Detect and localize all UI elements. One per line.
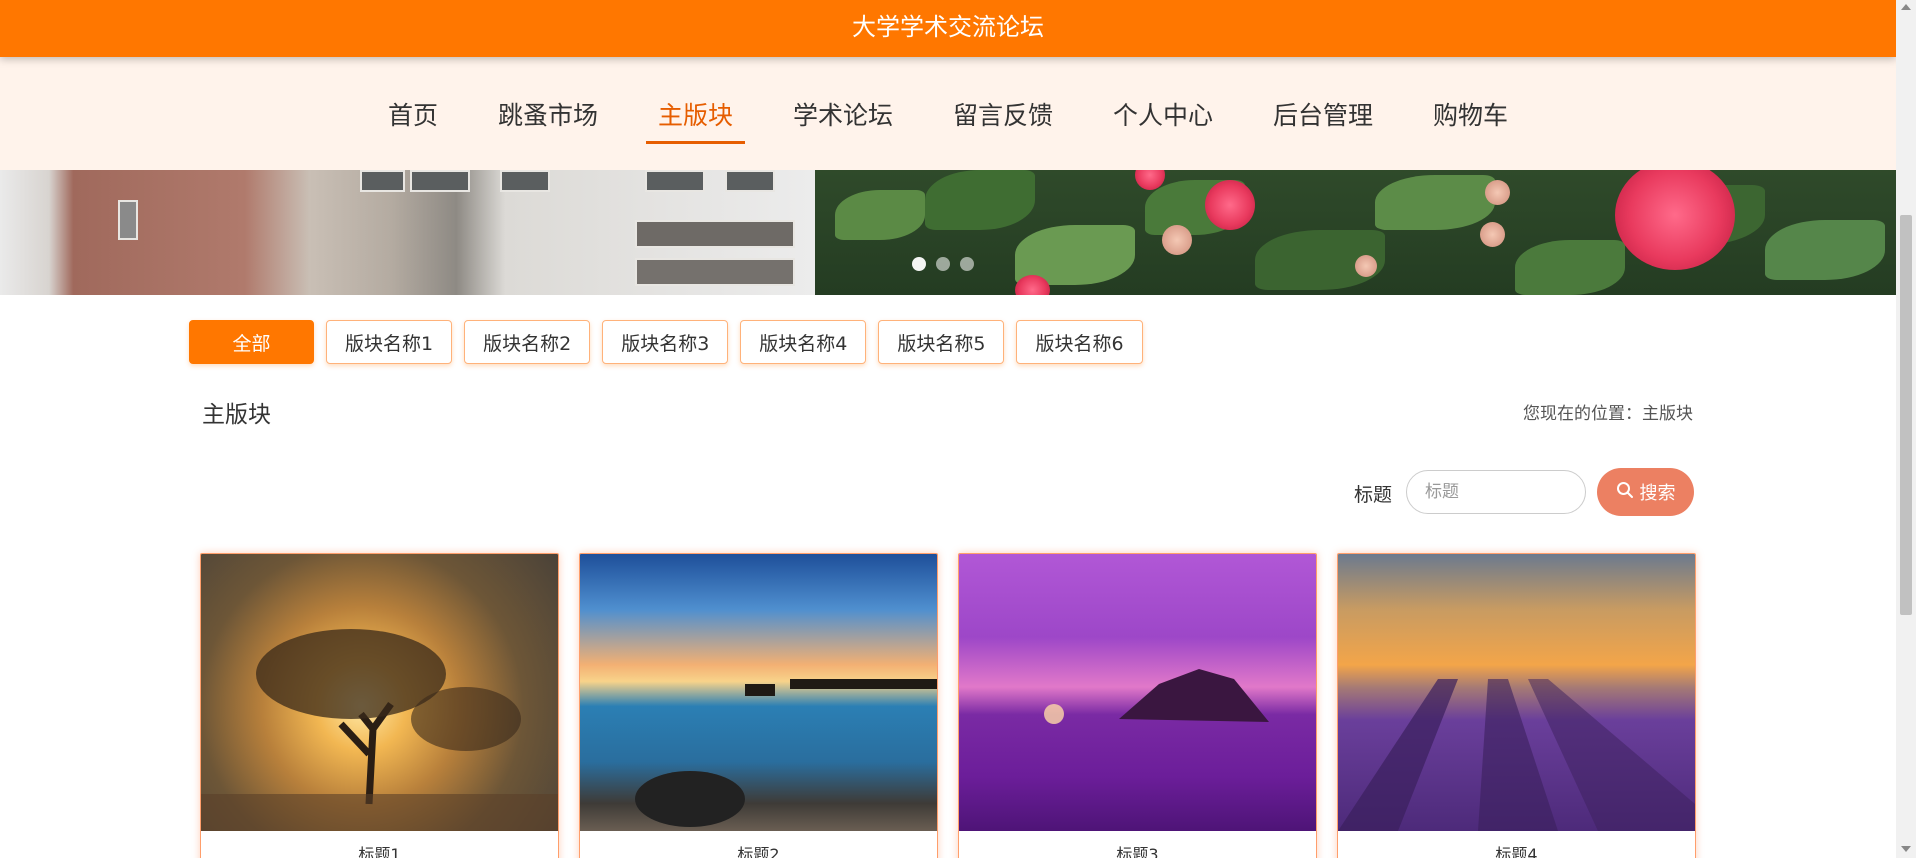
category-tabs: 全部 版块名称1 版块名称2 版块名称3 版块名称4 版块名称5 版块名称6 xyxy=(189,320,1143,364)
nav-item-flea-market[interactable]: 跳蚤市场 xyxy=(486,90,610,138)
post-card[interactable]: 标题3 xyxy=(958,553,1317,858)
nav-item-cart[interactable]: 购物车 xyxy=(1421,90,1520,138)
carousel-dot[interactable] xyxy=(936,257,950,271)
carousel-dot[interactable] xyxy=(912,257,926,271)
nav-item-academic-forum[interactable]: 学术论坛 xyxy=(781,90,905,138)
scroll-thumb[interactable] xyxy=(1900,215,1912,615)
category-tab-5[interactable]: 版块名称5 xyxy=(878,320,1005,364)
banner-carousel[interactable] xyxy=(0,170,1896,295)
post-card-title: 标题1 xyxy=(358,845,401,858)
category-tab-all[interactable]: 全部 xyxy=(189,320,314,364)
category-tab-1[interactable]: 版块名称1 xyxy=(326,320,453,364)
post-card[interactable]: 标题1 xyxy=(200,553,559,858)
carousel-indicators xyxy=(912,257,974,271)
breadcrumb: 您现在的位置：主版块 xyxy=(1523,404,1693,424)
post-card-title: 标题2 xyxy=(737,845,780,858)
post-card-image xyxy=(1338,554,1695,831)
main-nav: 首页 跳蚤市场 主版块 学术论坛 留言反馈 个人中心 后台管理 购物车 xyxy=(0,57,1896,170)
category-tab-2[interactable]: 版块名称2 xyxy=(464,320,591,364)
page: 大学学术交流论坛 首页 跳蚤市场 主版块 学术论坛 留言反馈 个人中心 后台管理… xyxy=(0,0,1896,858)
page-title: 主版块 xyxy=(202,402,271,428)
category-tab-6[interactable]: 版块名称6 xyxy=(1016,320,1143,364)
search-label: 标题 xyxy=(1354,484,1393,506)
banner-image-camellia xyxy=(815,170,1896,295)
post-card-image xyxy=(959,554,1316,831)
vertical-scrollbar[interactable] xyxy=(1896,0,1916,858)
post-card-title: 标题3 xyxy=(1116,845,1159,858)
nav-item-feedback[interactable]: 留言反馈 xyxy=(941,90,1065,138)
scroll-up-arrow-icon[interactable] xyxy=(1901,4,1911,10)
post-card-image xyxy=(201,554,558,831)
post-card-title: 标题4 xyxy=(1495,845,1538,858)
post-card[interactable]: 标题2 xyxy=(579,553,938,858)
nav-item-admin[interactable]: 后台管理 xyxy=(1261,90,1385,138)
category-tab-4[interactable]: 版块名称4 xyxy=(740,320,867,364)
nav-item-personal-center[interactable]: 个人中心 xyxy=(1101,90,1225,138)
search-icon xyxy=(1616,481,1634,504)
search-button[interactable]: 搜索 xyxy=(1597,468,1694,516)
banner-image-building xyxy=(0,170,815,295)
carousel-dot[interactable] xyxy=(960,257,974,271)
site-title: 大学学术交流论坛 xyxy=(852,13,1044,41)
post-card-list: 标题1 标题2 标题3 标题4 xyxy=(200,553,1696,858)
search-input[interactable] xyxy=(1406,470,1586,514)
nav-item-main-board[interactable]: 主版块 xyxy=(645,90,745,144)
search-button-label: 搜索 xyxy=(1639,483,1676,504)
site-header: 大学学术交流论坛 xyxy=(0,0,1896,57)
scroll-down-arrow-icon[interactable] xyxy=(1901,846,1911,852)
category-tab-3[interactable]: 版块名称3 xyxy=(602,320,729,364)
post-card-image xyxy=(580,554,937,831)
post-card[interactable]: 标题4 xyxy=(1337,553,1696,858)
nav-item-home[interactable]: 首页 xyxy=(376,90,450,138)
